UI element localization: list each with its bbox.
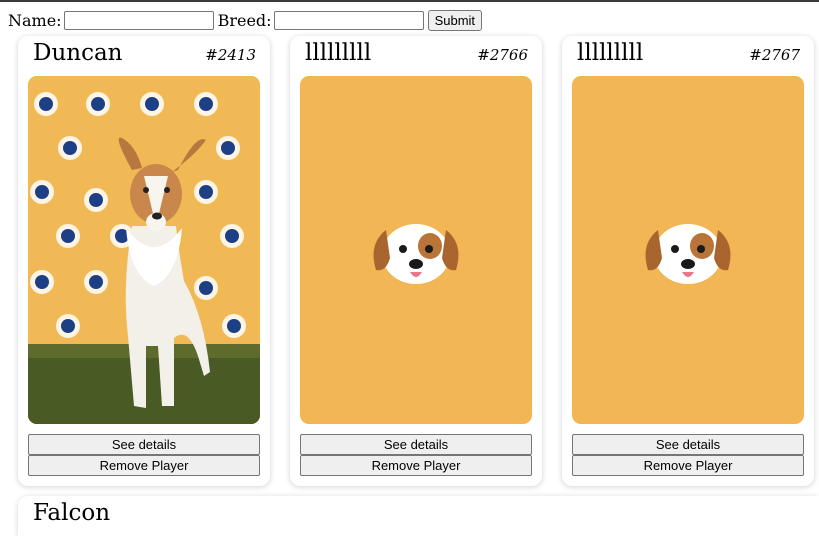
see-details-button[interactable]: See details	[300, 434, 532, 455]
player-name: Duncan	[33, 40, 123, 66]
remove-player-button[interactable]: Remove Player	[572, 455, 804, 476]
player-card: Falcon	[18, 496, 819, 536]
dog-face-icon	[373, 224, 459, 284]
player-name: lllllllll	[577, 40, 644, 66]
player-name: Falcon	[33, 500, 111, 526]
submit-button[interactable]: Submit	[427, 9, 483, 31]
top-border	[0, 0, 819, 2]
remove-player-button[interactable]: Remove Player	[300, 455, 532, 476]
name-input[interactable]	[63, 10, 214, 30]
player-id: #2766	[477, 46, 528, 64]
dog-photo	[28, 76, 260, 424]
dog-photo-illustration	[28, 76, 260, 424]
player-card: lllllllll #2766 See details Remove Playe…	[290, 36, 542, 486]
add-player-form: Name: Breed: Submit	[8, 9, 483, 31]
player-card: lllllllll #2767 See details Remove Playe…	[562, 36, 814, 486]
player-id: #2413	[205, 46, 256, 64]
dog-image-placeholder	[572, 76, 804, 424]
name-label: Name:	[8, 10, 62, 30]
remove-player-button[interactable]: Remove Player	[28, 455, 260, 476]
player-name: lllllllll	[305, 40, 372, 66]
breed-label: Breed:	[217, 10, 272, 30]
breed-input[interactable]	[273, 10, 424, 30]
see-details-button[interactable]: See details	[28, 434, 260, 455]
player-card: Duncan #2413 See details Remove Player	[18, 36, 270, 486]
player-id: #2767	[749, 46, 800, 64]
see-details-button[interactable]: See details	[572, 434, 804, 455]
dog-face-icon	[645, 224, 731, 284]
dog-image-placeholder	[300, 76, 532, 424]
